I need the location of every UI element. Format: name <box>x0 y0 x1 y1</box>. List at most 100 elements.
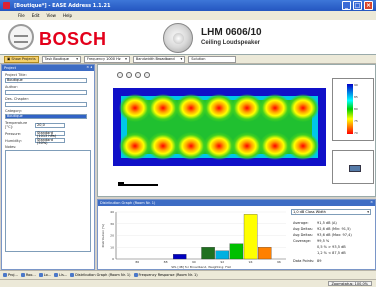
project-title-input[interactable]: Boutique <box>5 78 87 83</box>
pressure-select[interactable]: Standard (1013 hPa) <box>35 131 65 138</box>
zoom-status: Zoomstatus: 100,0% <box>327 281 372 286</box>
maximize-button[interactable]: □ <box>353 1 362 10</box>
chevron-down-icon: ▾ <box>76 57 78 61</box>
distribution-panel-header: Distribution Graph (Room Nr. 1) × <box>98 200 375 206</box>
spl-hotspot <box>203 132 235 160</box>
task-distribution-graph[interactable]: Distribution Graph (Room Nr. 1) <box>70 273 131 277</box>
spl-hotspot <box>147 94 179 122</box>
chapter-input[interactable] <box>5 102 87 107</box>
x-tick-label: 92 <box>220 260 224 264</box>
app-icon <box>3 2 10 9</box>
field-label: Des. Chapter: <box>5 97 30 101</box>
result-row: Avg Deltas: 93,6 dB (Max: 97,4) <box>293 233 352 237</box>
color-legend: 90 85 80 75 70 <box>332 78 374 141</box>
brand-banner: BOSCH LHM 0606/10 Ceiling Loudspeaker <box>0 20 376 55</box>
menu-help[interactable]: Help <box>63 13 72 20</box>
result-row: Coverage: 99,5 % <box>293 239 330 243</box>
chart-icon <box>133 273 138 277</box>
spl-hotspot <box>259 132 291 160</box>
overview-thumbnail[interactable] <box>332 150 374 184</box>
y-tick-label: 10 <box>110 245 114 249</box>
x-tick-label: 86 <box>135 260 139 264</box>
notes-textarea[interactable] <box>5 150 91 252</box>
class-width-select[interactable]: 1,0 dB Class Width ▾ <box>291 209 371 215</box>
bandwidth-selector[interactable]: Bandwidth Broadband ▾ <box>132 55 186 63</box>
result-row: Average: 91,5 dB (A) <box>293 221 337 225</box>
task-projects[interactable]: Proj... <box>3 273 18 277</box>
menu-file[interactable]: File <box>18 13 25 20</box>
task-rooms[interactable]: Roo... <box>20 273 36 277</box>
chevron-down-icon: ▾ <box>125 57 127 61</box>
result-row: 0,5 % > 93,5 dB <box>317 245 346 249</box>
model-subtitle: Ceiling Loudspeaker <box>201 40 261 46</box>
legend-tick: 80 <box>354 107 358 111</box>
x-axis-label: SPL [dB] for Broadband, Weighting: Flat <box>171 265 231 269</box>
spl-hotspot <box>231 94 263 122</box>
legend-tick: 75 <box>354 119 358 123</box>
brand-name: BOSCH <box>39 29 107 49</box>
folder-icon: ▣ <box>7 57 11 61</box>
author-input[interactable] <box>5 90 87 95</box>
pan-icon[interactable] <box>135 72 141 78</box>
show-projects-button[interactable]: ▣ Show Projects <box>4 55 39 63</box>
window-title: [Boutique*] - EASE Address 1.1.21 <box>14 3 111 9</box>
humidity-row: Humidity: Standard (50%) <box>5 138 91 145</box>
distribution-bar <box>258 247 272 260</box>
spl-hotspot <box>147 132 179 160</box>
notes-label: Notes: <box>5 145 17 149</box>
bosch-logo-icon <box>8 24 34 50</box>
chart-icon <box>70 273 75 277</box>
close-button[interactable]: × <box>364 1 373 10</box>
field-label: Project Title: <box>5 73 27 77</box>
x-tick-label: 90 <box>192 260 196 264</box>
panel-close-icon[interactable]: × ◂ <box>86 65 92 69</box>
status-bar: Zoomstatus: 100,0% <box>0 279 376 287</box>
spl-hotspot <box>259 94 291 122</box>
task-frequency-response[interactable]: Frequency Response (Room Nr. 1) <box>133 273 198 277</box>
spl-hotspot <box>203 94 235 122</box>
task-listeners[interactable]: Lis... <box>54 273 67 277</box>
pressure-row: Pressure: Standard (1013 hPa) <box>5 131 91 138</box>
spl-hotspot <box>175 132 207 160</box>
scale-bar <box>118 184 158 186</box>
zoom-out-icon[interactable] <box>126 72 132 78</box>
spl-hotspot <box>231 132 263 160</box>
zoom-in-icon[interactable] <box>117 72 123 78</box>
task-selector[interactable]: Task Boutique ▾ <box>41 55 81 63</box>
measure-icon[interactable] <box>144 72 150 78</box>
spl-hotspot <box>287 94 319 122</box>
window-titlebar: [Boutique*] - EASE Address 1.1.21 _ □ × <box>0 0 376 11</box>
window-icon <box>3 273 7 277</box>
legend-tick: 90 <box>354 83 358 87</box>
temperature-input[interactable]: 20,0 <box>35 122 65 128</box>
field-label: Author: <box>5 85 18 89</box>
chevron-down-icon: ▾ <box>367 210 369 214</box>
minimize-button[interactable]: _ <box>342 1 351 10</box>
spl-hotspot <box>119 132 151 160</box>
window-icon <box>20 273 25 277</box>
map-toolbar <box>117 72 150 78</box>
menu-edit[interactable]: Edit <box>32 13 40 20</box>
legend-color-bar <box>347 84 353 134</box>
menu-view[interactable]: View <box>46 13 56 20</box>
task-loudspeakers[interactable]: Lo... <box>38 273 51 277</box>
solution-selector[interactable]: Solution <box>188 55 236 63</box>
frequency-selector[interactable]: Frequency 1000 Hz ▾ <box>84 55 130 63</box>
result-row: 1,2 % < 87,5 dB <box>317 251 346 255</box>
category-input[interactable]: Boutique <box>5 114 87 119</box>
humidity-select[interactable]: Standard (50%) <box>35 138 65 145</box>
y-tick-label: 40 <box>110 210 114 214</box>
project-panel-header: Project × ◂ <box>2 65 94 71</box>
spl-hotspot <box>175 94 207 122</box>
legend-tick: 70 <box>354 131 358 135</box>
legend-tick: 85 <box>354 95 358 99</box>
panel-close-icon[interactable]: × <box>370 200 373 204</box>
field-label: Category: <box>5 109 22 113</box>
distribution-bar <box>201 247 215 260</box>
model-name: LHM 0606/10 <box>201 27 262 38</box>
spl-heatmap[interactable] <box>113 88 326 166</box>
distribution-bar <box>229 243 244 260</box>
result-row: Data Points: 89 <box>293 259 322 263</box>
main-toolbar: ▣ Show Projects Task Boutique ▾ Frequenc… <box>0 55 376 64</box>
y-tick-label: 30 <box>110 222 114 226</box>
